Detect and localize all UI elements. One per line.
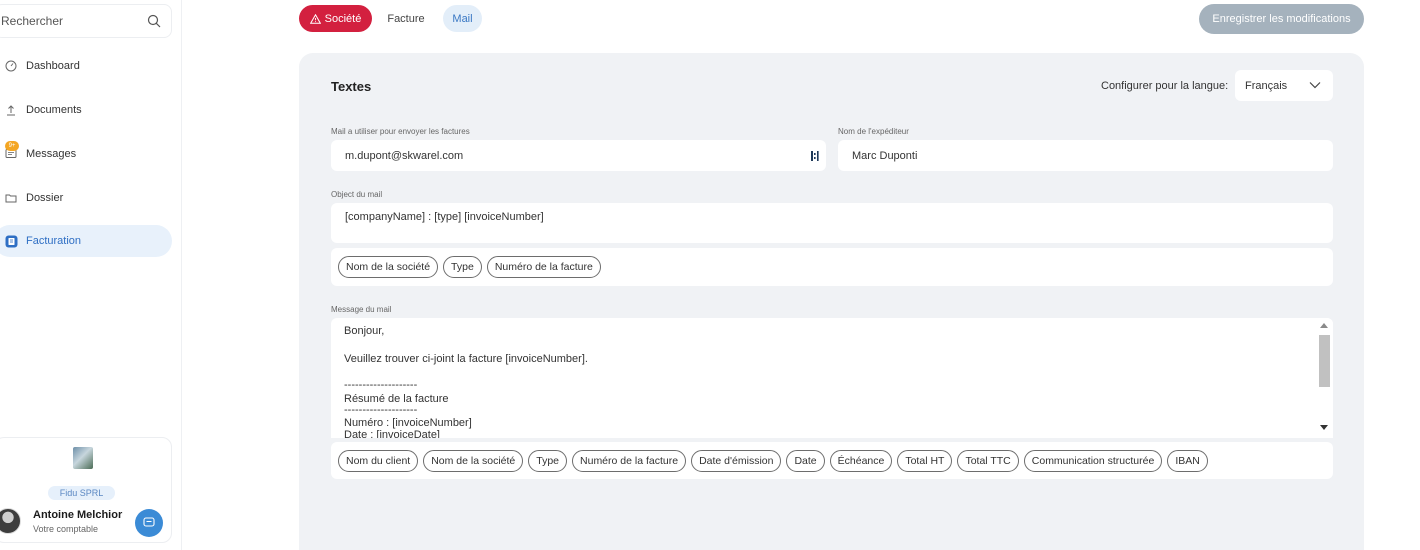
accountant-card: Fidu SPRL Antoine Melchior Votre comptab… bbox=[0, 437, 172, 543]
message-line: Date : [invoiceDate] bbox=[344, 429, 440, 438]
chevron-down-icon bbox=[1309, 80, 1321, 92]
scroll-thumb[interactable] bbox=[1319, 335, 1330, 387]
tab-facture[interactable]: Facture bbox=[376, 5, 436, 32]
tab-mail[interactable]: Mail bbox=[443, 5, 482, 32]
variable-chip[interactable]: Échéance bbox=[829, 449, 893, 472]
messages-badge: 9+ bbox=[5, 141, 19, 151]
sidebar: Dashboard Documents 9+ Messages Dossier … bbox=[0, 0, 182, 550]
sidebar-item-label: Dashboard bbox=[26, 60, 80, 72]
message-line: -------------------- bbox=[344, 404, 418, 416]
sidebar-item-documents[interactable]: Documents bbox=[0, 94, 172, 126]
invoice-icon bbox=[4, 234, 18, 248]
message-textarea[interactable]: Bonjour, Veuillez trouver ci-joint la fa… bbox=[331, 318, 1333, 438]
message-scrollbar[interactable] bbox=[1316, 318, 1333, 438]
email-label: Mail a utiliser pour envoyer les facture… bbox=[331, 127, 470, 136]
avatar bbox=[0, 508, 21, 534]
sidebar-item-dashboard[interactable]: Dashboard bbox=[0, 50, 172, 82]
section-title: Textes bbox=[331, 79, 372, 94]
accountant-name: Antoine Melchior bbox=[33, 509, 123, 521]
password-manager-icon[interactable] bbox=[810, 150, 820, 165]
language-value: Français bbox=[1245, 79, 1288, 92]
variable-chip[interactable]: Nom de la société bbox=[338, 256, 439, 278]
upload-icon bbox=[4, 103, 18, 117]
warning-icon bbox=[309, 13, 321, 24]
message-variables: Nom du client Nom de la société Type Num… bbox=[331, 442, 1333, 479]
subject-label: Object du mail bbox=[331, 190, 383, 199]
tab-label: Facture bbox=[387, 12, 425, 25]
variable-chip[interactable]: Total HT bbox=[897, 449, 953, 472]
language-select[interactable]: Français bbox=[1235, 70, 1333, 101]
variable-chip[interactable]: Numéro de la facture bbox=[572, 449, 687, 472]
tab-label: Mail bbox=[452, 12, 473, 25]
message-line: Numéro : [invoiceNumber] bbox=[344, 417, 472, 429]
variable-chip[interactable]: Nom du client bbox=[338, 449, 419, 472]
search-icon[interactable] bbox=[147, 14, 161, 31]
sender-value: Marc Duponti bbox=[852, 149, 918, 162]
message-line: -------------------- bbox=[344, 379, 418, 391]
email-field[interactable]: m.dupont@skwarel.com bbox=[331, 140, 826, 171]
sidebar-item-messages[interactable]: 9+ Messages bbox=[0, 138, 172, 170]
sidebar-item-label: Messages bbox=[26, 148, 77, 160]
sidebar-item-label: Dossier bbox=[26, 192, 64, 204]
folder-icon bbox=[4, 191, 18, 205]
subject-variables: Nom de la société Type Numéro de la fact… bbox=[331, 248, 1333, 286]
dashboard-icon bbox=[4, 59, 18, 73]
company-name: Fidu SPRL bbox=[48, 486, 115, 500]
message-line bbox=[344, 341, 1304, 353]
language-label: Configurer pour la langue: bbox=[1101, 80, 1229, 92]
chat-icon bbox=[143, 516, 155, 531]
message-line: Résumé de la facture bbox=[344, 393, 449, 405]
email-value: m.dupont@skwarel.com bbox=[345, 149, 464, 162]
sidebar-item-label: Documents bbox=[26, 104, 82, 116]
subject-value: [companyName] : [type] [invoiceNumber] bbox=[345, 211, 544, 223]
search-input[interactable] bbox=[1, 5, 141, 37]
message-label: Message du mail bbox=[331, 305, 392, 314]
accountant-role: Votre comptable bbox=[33, 524, 99, 534]
mail-texts-panel: Textes Configurer pour la langue: França… bbox=[299, 53, 1364, 550]
search-box bbox=[0, 4, 172, 38]
variable-chip[interactable]: Date d'émission bbox=[691, 449, 782, 472]
message-content: Bonjour, Veuillez trouver ci-joint la fa… bbox=[344, 325, 1304, 438]
scroll-up-arrow-icon[interactable] bbox=[1320, 323, 1328, 328]
variable-chip[interactable]: Type bbox=[528, 449, 568, 472]
variable-chip[interactable]: Type bbox=[443, 256, 482, 278]
save-changes-button[interactable]: Enregistrer les modifications bbox=[1199, 4, 1364, 34]
tab-societe[interactable]: Société bbox=[299, 5, 372, 32]
scroll-down-arrow-icon[interactable] bbox=[1320, 425, 1328, 430]
variable-chip[interactable]: Total TTC bbox=[957, 449, 1019, 472]
variable-chip[interactable]: IBAN bbox=[1167, 449, 1208, 472]
variable-chip[interactable]: Communication structurée bbox=[1023, 449, 1163, 472]
sidebar-item-dossier[interactable]: Dossier bbox=[0, 182, 172, 214]
variable-chip[interactable]: Nom de la société bbox=[423, 449, 524, 472]
variable-chip[interactable]: Date bbox=[786, 449, 825, 472]
message-line: Veuillez trouver ci-joint la facture [in… bbox=[344, 353, 588, 365]
contact-accountant-button[interactable] bbox=[135, 509, 163, 537]
sender-label: Nom de l'expéditeur bbox=[838, 127, 909, 136]
sidebar-item-label: Facturation bbox=[26, 235, 82, 247]
variable-chip[interactable]: Numéro de la facture bbox=[486, 256, 601, 278]
tab-label: Société bbox=[324, 12, 362, 25]
sidebar-item-facturation[interactable]: Facturation bbox=[0, 225, 172, 257]
subject-field[interactable]: [companyName] : [type] [invoiceNumber] bbox=[331, 203, 1333, 243]
sender-name-field[interactable]: Marc Duponti bbox=[838, 140, 1333, 171]
message-line bbox=[344, 369, 1304, 381]
company-logo bbox=[73, 447, 93, 469]
message-line: Bonjour, bbox=[344, 325, 385, 337]
